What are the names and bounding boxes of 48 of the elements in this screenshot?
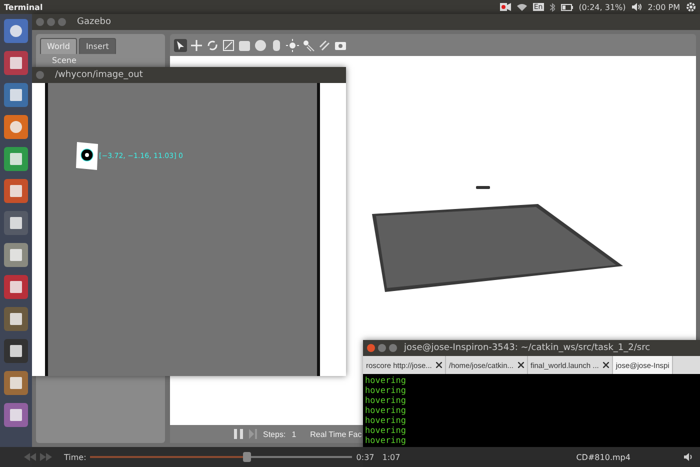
pause-icon[interactable]: [234, 429, 243, 439]
sphere-icon[interactable]: [254, 38, 267, 52]
steps-label: Steps:: [263, 430, 286, 438]
panel-tab[interactable]: Insert: [78, 38, 116, 54]
directional-light-icon[interactable]: [318, 38, 331, 52]
window-title: Gazebo: [77, 17, 111, 27]
terminal-line: hovering: [365, 386, 407, 396]
close-icon[interactable]: [518, 362, 524, 368]
drone-icon: [476, 185, 490, 190]
settings-icon[interactable]: [686, 2, 696, 12]
window-title: /whycon/image_out: [55, 70, 143, 80]
close-icon[interactable]: [436, 362, 442, 368]
terminal-line: hovering: [365, 396, 407, 406]
spotlight-icon[interactable]: [302, 38, 315, 52]
terminal-line: hovering: [365, 406, 407, 416]
minimize-button[interactable]: [378, 344, 386, 352]
maximize-button[interactable]: [389, 344, 397, 352]
file-name: CD#810.mp4: [576, 452, 630, 462]
cursor-icon[interactable]: [174, 38, 187, 52]
wifi-icon[interactable]: [516, 3, 527, 11]
terminal-line: hovering: [365, 426, 407, 436]
close-icon[interactable]: [602, 362, 609, 368]
elapsed-time: 0:37: [356, 452, 374, 462]
terminal-line: hovering: [365, 376, 407, 386]
camera-icon[interactable]: [500, 3, 511, 11]
cube-icon[interactable]: [238, 38, 251, 52]
window-title: jose@jose-Inspiron-3543: ~/catkin_ws/src/task_1_2/src: [404, 343, 650, 353]
steps-value[interactable]: 1: [292, 430, 296, 438]
time-label: Time:: [64, 452, 86, 462]
app-title: Terminal: [4, 2, 43, 12]
battery-icon[interactable]: [560, 4, 573, 10]
terminal-line: hovering: [365, 436, 407, 446]
target-marker-icon: [76, 142, 98, 170]
battery-status: (0:24, 31%): [578, 2, 626, 12]
close-button[interactable]: [367, 344, 375, 352]
slider-thumb[interactable]: [243, 452, 252, 462]
speaker-icon[interactable]: [684, 453, 694, 461]
speaker-icon[interactable]: [632, 3, 642, 11]
sun-icon[interactable]: [286, 38, 299, 52]
terminal-line: hovering: [365, 416, 407, 426]
cylinder-icon[interactable]: [270, 38, 283, 52]
bluetooth-icon[interactable]: [550, 2, 555, 12]
rotate-icon[interactable]: [206, 38, 219, 52]
clock[interactable]: 2:00 PM: [648, 2, 680, 12]
real-time-factor-label: Real Time Fac: [310, 430, 362, 438]
scale-icon[interactable]: [222, 38, 235, 52]
total-time: 1:07: [382, 452, 400, 462]
move-icon[interactable]: [190, 38, 203, 52]
